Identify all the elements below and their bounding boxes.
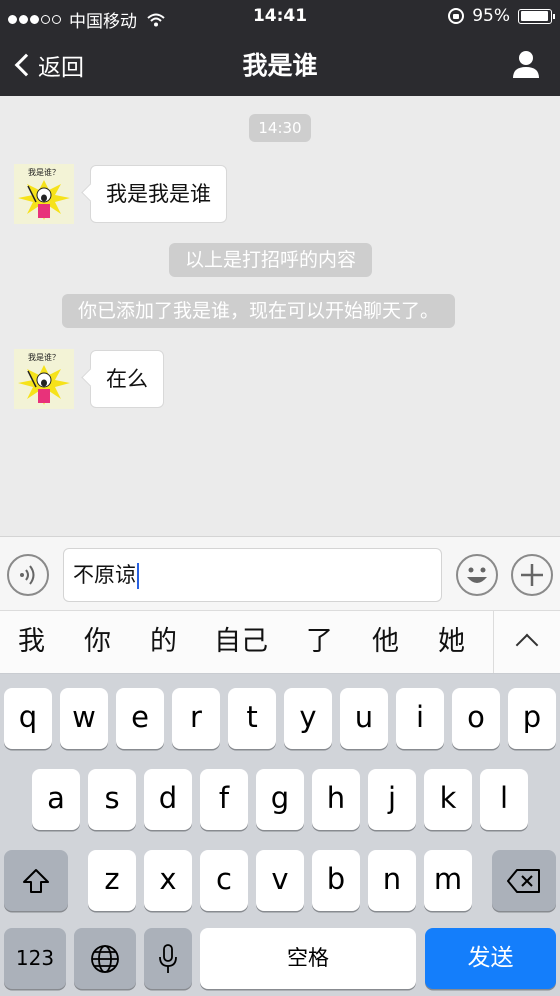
backspace-icon [507, 868, 540, 893]
system-message: 你已添加了我是谁，现在可以开始聊天了。 [62, 294, 456, 328]
candidate-bar: 我 你 的 自己 了 他 她 [0, 610, 560, 674]
delete-key[interactable] [492, 850, 556, 911]
candidate-word[interactable]: 你 [84, 611, 111, 673]
key-e[interactable]: e [116, 688, 164, 749]
plus-button[interactable] [511, 554, 553, 596]
system-message: 以上是打招呼的内容 [169, 243, 373, 277]
key-i[interactable]: i [396, 688, 444, 749]
avatar-caption: 我是谁？ [28, 352, 60, 362]
voice-icon [20, 565, 35, 585]
key-o[interactable]: o [452, 688, 500, 749]
message-bubble[interactable]: 我是我是谁 [90, 165, 227, 223]
plus-icon [521, 564, 543, 586]
avatar[interactable]: 我是谁？ [14, 164, 74, 224]
page-title: 我是谁 [242, 51, 318, 80]
key-r[interactable]: r [172, 688, 220, 749]
candidate-word[interactable]: 自己 [214, 611, 268, 673]
key-j[interactable]: j [368, 769, 416, 830]
key-l[interactable]: l [480, 769, 528, 830]
avatar-caption: 我是谁？ [28, 167, 60, 177]
key-f[interactable]: f [200, 769, 248, 830]
numbers-key[interactable]: 123 [4, 928, 66, 989]
candidate-word[interactable]: 的 [150, 611, 177, 673]
key-p[interactable]: p [508, 688, 556, 749]
candidate-word[interactable]: 我 [18, 611, 45, 673]
key-t[interactable]: t [228, 688, 276, 749]
battery-icon [518, 8, 555, 24]
status-bar: 中国移动 14:41 95% [0, 0, 560, 32]
microphone-icon [159, 943, 177, 973]
space-key[interactable]: 空格 [200, 928, 416, 989]
key-k[interactable]: k [424, 769, 472, 830]
key-u[interactable]: u [340, 688, 388, 749]
key-d[interactable]: d [144, 769, 192, 830]
key-v[interactable]: v [256, 850, 304, 911]
person-icon[interactable] [510, 48, 542, 80]
key-m[interactable]: m [424, 850, 472, 911]
message-input-value: 不原谅 [73, 563, 136, 587]
message-input[interactable]: 不原谅 [63, 548, 442, 602]
send-key[interactable]: 发送 [425, 928, 556, 989]
message-bubble[interactable]: 在么 [90, 350, 164, 408]
globe-icon [91, 944, 119, 973]
key-h[interactable]: h [312, 769, 360, 830]
text-caret [137, 563, 139, 589]
timestamp-badge: 14:30 [249, 114, 311, 142]
shift-key[interactable] [4, 850, 68, 911]
key-z[interactable]: z [88, 850, 136, 911]
voice-button[interactable] [7, 554, 49, 596]
emoji-button[interactable] [456, 554, 498, 596]
smiley-icon [467, 567, 487, 583]
avatar[interactable]: 我是谁？ [14, 349, 74, 409]
key-a[interactable]: a [32, 769, 80, 830]
candidate-word[interactable]: 她 [438, 611, 465, 673]
nav-bar: 返回 我是谁 [0, 32, 560, 96]
collapse-candidates-button[interactable] [494, 611, 560, 673]
key-b[interactable]: b [312, 850, 360, 911]
key-q[interactable]: q [4, 688, 52, 749]
candidate-word[interactable]: 他 [372, 611, 399, 673]
rotation-lock-icon [448, 8, 465, 24]
avatar-image: 我是谁？ [18, 352, 70, 405]
chat-area[interactable]: 14:30 我是谁？ 我是我是谁 以上是打招呼的内容 你已添加了我是谁，现在可以… [0, 96, 560, 536]
input-bar: 不原谅 [0, 536, 560, 610]
battery-percent: 95% [472, 6, 510, 26]
key-c[interactable]: c [200, 850, 248, 911]
key-n[interactable]: n [368, 850, 416, 911]
battery-level [520, 11, 549, 21]
globe-key[interactable] [74, 928, 136, 989]
key-g[interactable]: g [256, 769, 304, 830]
key-w[interactable]: w [60, 688, 108, 749]
avatar-image: 我是谁？ [18, 167, 70, 220]
microphone-key[interactable] [144, 928, 192, 989]
chevron-up-icon [515, 633, 539, 657]
shift-icon [23, 868, 49, 893]
candidate-word[interactable]: 了 [306, 611, 333, 673]
key-s[interactable]: s [88, 769, 136, 830]
key-y[interactable]: y [284, 688, 332, 749]
key-x[interactable]: x [144, 850, 192, 911]
keyboard: q w e r t y u i o p a s d f g h j k l z … [0, 674, 560, 996]
